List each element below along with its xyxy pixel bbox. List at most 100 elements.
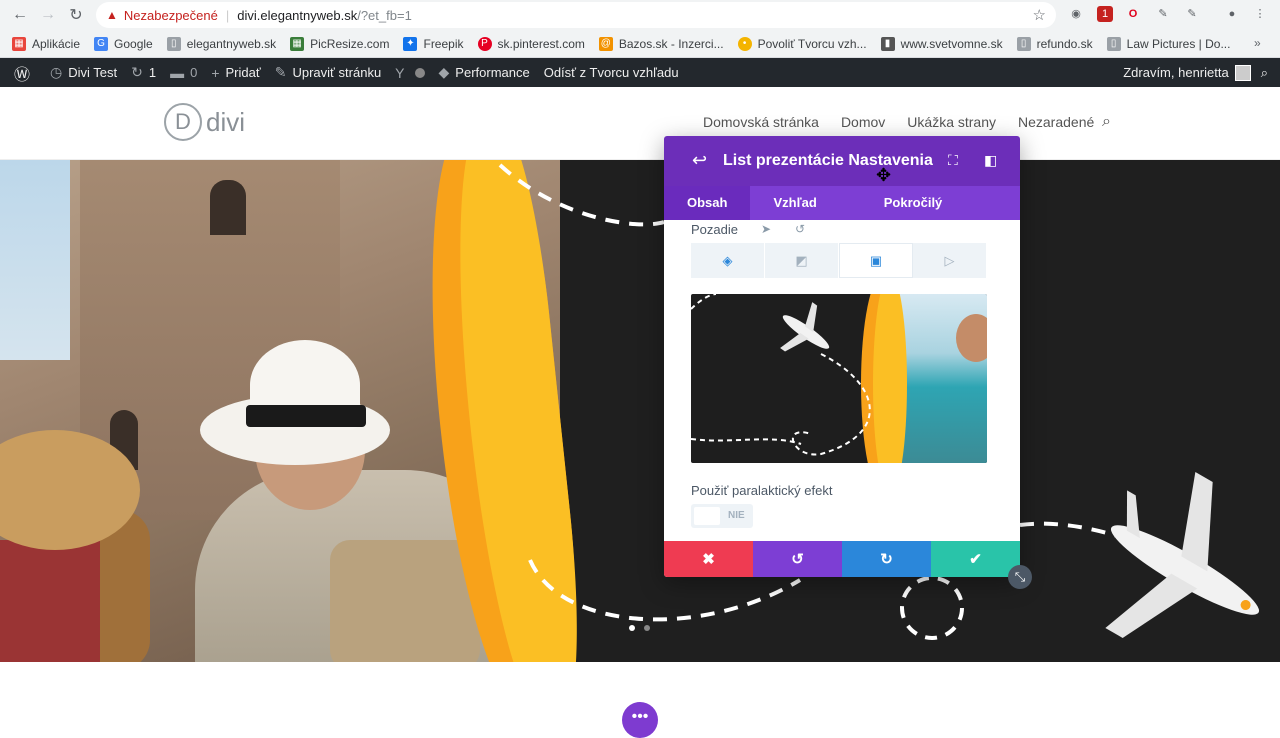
site-logo[interactable]: D divi [164, 103, 245, 141]
dashboard-icon: ◷ [50, 64, 63, 80]
back-arrow-icon[interactable]: ↩ [692, 150, 707, 171]
camera-icon[interactable]: ◉ [1068, 6, 1084, 22]
gradient-icon[interactable]: ◩ [765, 243, 839, 278]
site-name-link[interactable]: ◷ Divi Test [50, 64, 117, 81]
tab-vzhlad[interactable]: Vzhľad [750, 186, 839, 220]
performance-label: Performance [455, 65, 530, 80]
address-bar[interactable]: ▲ Nezabezpečené | divi.elegantnyweb.sk /… [96, 2, 1056, 28]
search-icon[interactable]: ⌕ [1102, 113, 1111, 131]
logo-letter: D [164, 103, 202, 141]
back-icon[interactable]: ← [6, 0, 34, 30]
image-icon[interactable]: ▣ [839, 243, 913, 278]
page-icon: ▯ [166, 36, 181, 51]
comment-icon: ▬ [170, 64, 185, 81]
greeting[interactable]: Zdravím, henrietta [1123, 65, 1229, 80]
profile-icon[interactable]: ● [1224, 6, 1240, 22]
modal-header[interactable]: ↩ List prezentácie Nastavenia ✥ ⛶ ◧ [664, 136, 1020, 186]
site-header: D divi Domovská stránka Domov Ukážka str… [0, 87, 1280, 160]
main-nav: Domovská stránka Domov Ukážka strany Nez… [703, 114, 1116, 130]
bookmarks-overflow-icon[interactable]: » [1254, 36, 1261, 50]
opera-icon[interactable]: O [1125, 6, 1141, 22]
menu-icon[interactable]: ⋮ [1252, 6, 1268, 22]
more-options-button[interactable]: ••• [622, 702, 658, 738]
bookmark-item[interactable]: ▮ www.svetvomne.sk [880, 36, 1003, 51]
insecure-label: Nezabezpečené [123, 7, 218, 23]
search-icon[interactable]: ⌕ [1261, 65, 1268, 81]
toggle-value: NIE [728, 510, 745, 521]
comments-link[interactable]: ▬ 0 [170, 65, 197, 81]
airplane-icon [1105, 472, 1260, 638]
bookmark-item[interactable]: ✦ Freepik [403, 36, 464, 51]
forward-icon[interactable]: → [34, 0, 62, 30]
bookmark-item[interactable]: ▯ refundo.sk [1016, 36, 1093, 51]
cursor-icon[interactable]: ➤ [761, 222, 771, 236]
nav-item-domov[interactable]: Domov [841, 114, 885, 130]
nav-item-domovska-stranka[interactable]: Domovská stránka [703, 114, 819, 130]
nav-item-nezaradene[interactable]: Nezaradené [1018, 114, 1094, 130]
bookmark-item[interactable]: @ Bazos.sk - Inzerci... [598, 36, 724, 51]
modal-title: List prezentácie Nastavenia [723, 152, 933, 169]
cancel-button[interactable]: ✖ [664, 541, 753, 577]
performance-icon: ◆ [438, 64, 450, 80]
pencil-icon: ✎ [274, 64, 287, 80]
bookmark-item[interactable]: ▯ Law Pictures | Do... [1106, 36, 1230, 51]
bookmark-item[interactable]: ▦ PicResize.com [290, 36, 390, 51]
redo-button[interactable]: ↻ [842, 541, 931, 577]
undo-button[interactable]: ↺ [753, 541, 842, 577]
tab-pokrocily[interactable]: Pokročilý [840, 186, 966, 220]
expand-icon[interactable]: ⛶ [948, 152, 958, 169]
apps-grid-icon: ▦ [12, 36, 26, 51]
page-icon: ▯ [1016, 36, 1031, 51]
nav-item-ukazka-strany[interactable]: Ukážka strany [907, 114, 996, 130]
color-fill-icon[interactable]: ◈ [691, 243, 765, 278]
freepik-icon: ✦ [403, 36, 418, 51]
settings-modal: ↩ List prezentácie Nastavenia ✥ ⛶ ◧ Obsa… [664, 136, 1020, 577]
bookmark-label: refundo.sk [1036, 36, 1093, 51]
edit-page-label: Upraviť stránku [292, 65, 382, 80]
exit-builder-label: Odísť z Tvorcu vzhľadu [543, 65, 679, 80]
resize-handle-icon[interactable]: ⤡ [1008, 565, 1032, 589]
bookmark-label: Freepik [423, 36, 464, 51]
bookmark-item[interactable]: G Google [94, 36, 153, 51]
bookmark-label: sk.pinterest.com [497, 36, 585, 51]
modal-body: Pozadie ➤ ↺ ◈ ◩ ▣ ▷ Použiť paralaktický … [664, 220, 1020, 541]
modal-tabs: Obsah Vzhľad Pokročilý [664, 186, 1020, 220]
background-type-tabs: ◈ ◩ ▣ ▷ [691, 243, 987, 278]
bookmark-label: PicResize.com [310, 36, 390, 51]
eyedropper-icon[interactable]: ✎ [1155, 6, 1171, 22]
seo-status-icon [414, 67, 425, 78]
tab-obsah[interactable]: Obsah [664, 186, 751, 220]
slider-dot[interactable] [644, 625, 650, 631]
sidebar-icon[interactable]: ◧ [984, 152, 997, 169]
bookmark-item[interactable]: • Povoliť Tvorcu vzh... [737, 36, 867, 51]
reset-icon[interactable]: ↺ [795, 222, 805, 236]
video-icon[interactable]: ▷ [913, 243, 987, 278]
bookmark-item[interactable]: ▦ Aplikácie [12, 36, 80, 51]
color-picker-icon[interactable]: ✎ [1184, 6, 1200, 22]
slider-dot-active[interactable] [629, 625, 635, 631]
extension-badge-icon[interactable]: 1 [1097, 6, 1113, 22]
move-cursor-icon[interactable]: ✥ [876, 165, 891, 186]
flight-path-decoration [498, 163, 1260, 640]
yoast-icon[interactable]: Y [395, 65, 425, 81]
save-button[interactable]: ✔ [931, 541, 1020, 577]
plus-icon: + [211, 64, 220, 81]
add-new-link[interactable]: + Pridať [211, 65, 260, 81]
exit-builder-link[interactable]: Odísť z Tvorcu vzhľadu [544, 65, 679, 80]
site-name: Divi Test [68, 65, 118, 80]
avatar[interactable] [1234, 64, 1251, 81]
bookmark-item[interactable]: Psk.pinterest.com [477, 36, 585, 51]
logo-text: divi [206, 106, 246, 137]
warning-icon: ▲ [106, 8, 118, 22]
wordpress-logo-icon[interactable]: Ⓦ [14, 61, 36, 85]
bookmark-item[interactable]: ▯ elegantnyweb.sk [166, 36, 276, 51]
background-image-preview[interactable] [691, 294, 987, 463]
edit-page-link[interactable]: ✎ Upraviť stránku [275, 64, 381, 81]
google-icon: G [94, 36, 109, 51]
performance-link[interactable]: ◆ Performance [439, 64, 530, 81]
bookmark-star-icon[interactable]: ☆ [1033, 6, 1046, 24]
parallax-toggle[interactable]: NIE [691, 504, 753, 528]
updates-link[interactable]: ↻ 1 [131, 64, 156, 81]
bookmark-label: Povoliť Tvorcu vzh... [757, 36, 867, 51]
reload-icon[interactable]: ↻ [62, 0, 90, 30]
